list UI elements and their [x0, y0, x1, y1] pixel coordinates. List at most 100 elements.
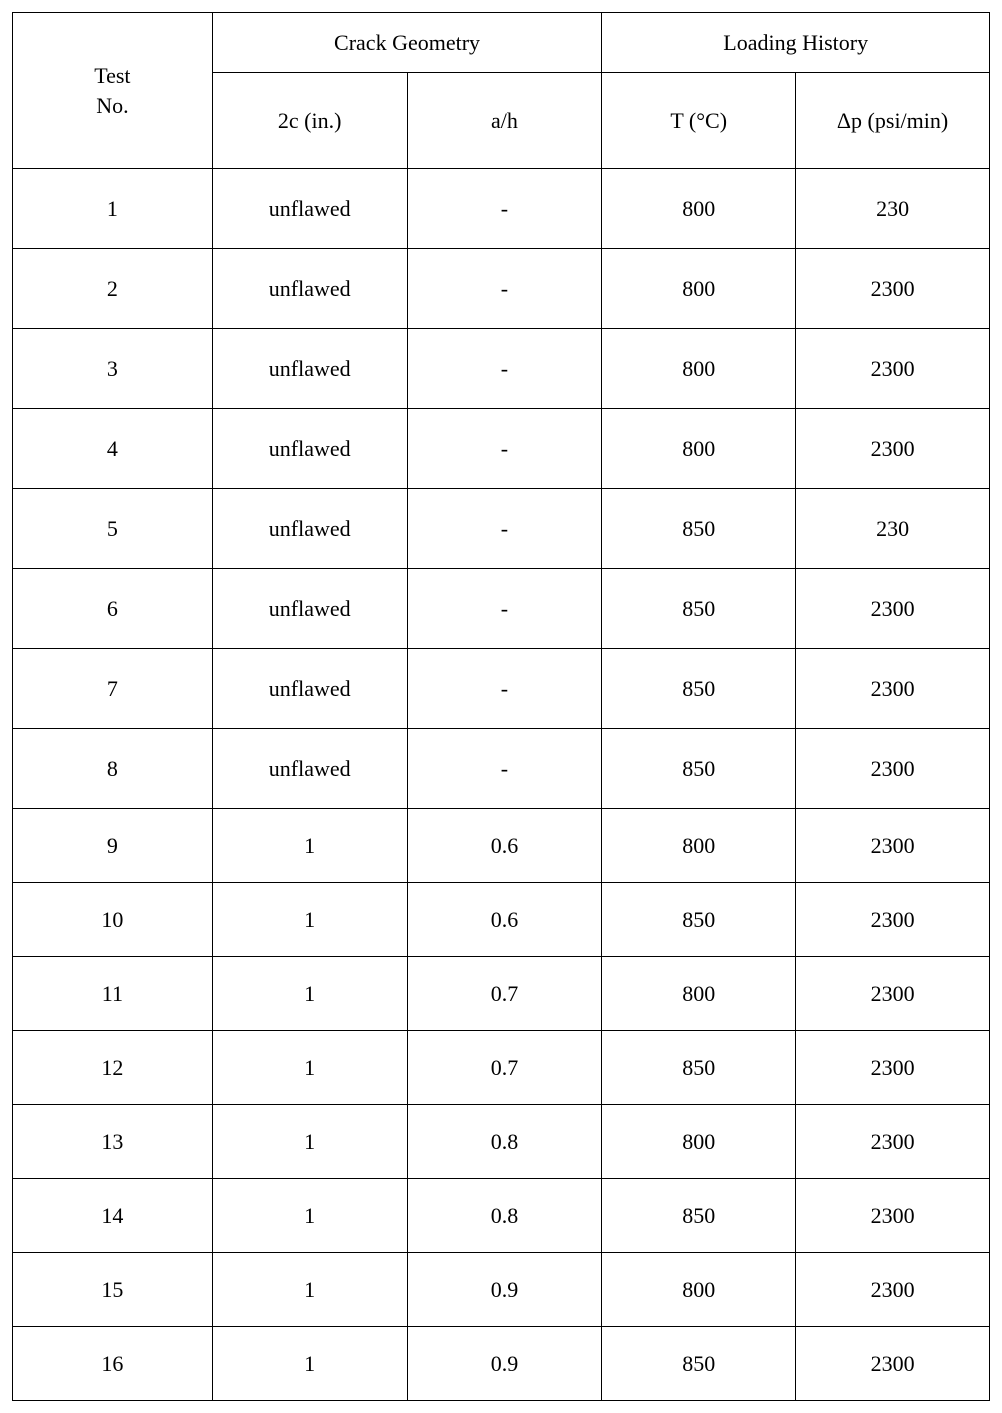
- cell-dp: 230: [796, 489, 990, 569]
- cell-t: 800: [602, 169, 796, 249]
- cell-t: 850: [602, 1327, 796, 1401]
- header-crack-geometry: Crack Geometry: [212, 13, 602, 73]
- cell-test-no: 8: [13, 729, 213, 809]
- table-body: 1unflawed-8002302unflawed-80023003unflaw…: [13, 169, 990, 1401]
- cell-t: 850: [602, 729, 796, 809]
- cell-ah: -: [407, 489, 602, 569]
- cell-t: 850: [602, 1179, 796, 1253]
- cell-2c: 1: [212, 1031, 407, 1105]
- table-row: 1unflawed-800230: [13, 169, 990, 249]
- cell-test-no: 13: [13, 1105, 213, 1179]
- cell-2c: unflawed: [212, 569, 407, 649]
- cell-t: 800: [602, 1253, 796, 1327]
- cell-ah: 0.9: [407, 1327, 602, 1401]
- table-row: 1410.88502300: [13, 1179, 990, 1253]
- cell-t: 800: [602, 409, 796, 489]
- cell-t: 800: [602, 1105, 796, 1179]
- cell-test-no: 9: [13, 809, 213, 883]
- cell-ah: -: [407, 329, 602, 409]
- cell-test-no: 15: [13, 1253, 213, 1327]
- cell-2c: unflawed: [212, 409, 407, 489]
- cell-dp: 2300: [796, 329, 990, 409]
- cell-dp: 2300: [796, 1253, 990, 1327]
- table-row: 1010.68502300: [13, 883, 990, 957]
- cell-2c: unflawed: [212, 489, 407, 569]
- cell-dp: 2300: [796, 1327, 990, 1401]
- cell-t: 850: [602, 569, 796, 649]
- cell-dp: 2300: [796, 883, 990, 957]
- header-ah: a/h: [407, 73, 602, 169]
- table-row: 1610.98502300: [13, 1327, 990, 1401]
- table-row: 1210.78502300: [13, 1031, 990, 1105]
- table-row: 8unflawed-8502300: [13, 729, 990, 809]
- cell-2c: 1: [212, 1179, 407, 1253]
- cell-t: 800: [602, 957, 796, 1031]
- header-t: T (°C): [602, 73, 796, 169]
- table-row: 4unflawed-8002300: [13, 409, 990, 489]
- cell-2c: unflawed: [212, 729, 407, 809]
- cell-ah: 0.8: [407, 1179, 602, 1253]
- cell-test-no: 1: [13, 169, 213, 249]
- cell-ah: -: [407, 249, 602, 329]
- table-row: 3unflawed-8002300: [13, 329, 990, 409]
- cell-2c: unflawed: [212, 169, 407, 249]
- header-test-no-line2: No.: [96, 93, 128, 118]
- cell-t: 850: [602, 489, 796, 569]
- cell-t: 800: [602, 809, 796, 883]
- cell-test-no: 5: [13, 489, 213, 569]
- cell-test-no: 4: [13, 409, 213, 489]
- cell-2c: 1: [212, 1327, 407, 1401]
- cell-dp: 2300: [796, 1105, 990, 1179]
- header-loading-history: Loading History: [602, 13, 990, 73]
- cell-ah: 0.9: [407, 1253, 602, 1327]
- cell-test-no: 14: [13, 1179, 213, 1253]
- cell-2c: unflawed: [212, 329, 407, 409]
- cell-dp: 2300: [796, 729, 990, 809]
- cell-2c: 1: [212, 1105, 407, 1179]
- table-row: 7unflawed-8502300: [13, 649, 990, 729]
- test-conditions-table: Test No. Crack Geometry Loading History …: [12, 12, 990, 1401]
- cell-dp: 2300: [796, 409, 990, 489]
- cell-dp: 230: [796, 169, 990, 249]
- cell-dp: 2300: [796, 957, 990, 1031]
- cell-ah: -: [407, 169, 602, 249]
- cell-test-no: 12: [13, 1031, 213, 1105]
- cell-ah: 0.7: [407, 957, 602, 1031]
- cell-test-no: 6: [13, 569, 213, 649]
- header-test-no-line1: Test: [94, 63, 130, 88]
- cell-dp: 2300: [796, 649, 990, 729]
- table-row: 1310.88002300: [13, 1105, 990, 1179]
- table-row: 1110.78002300: [13, 957, 990, 1031]
- cell-dp: 2300: [796, 249, 990, 329]
- cell-2c: unflawed: [212, 649, 407, 729]
- table-row: 5unflawed-850230: [13, 489, 990, 569]
- cell-ah: -: [407, 649, 602, 729]
- cell-dp: 2300: [796, 809, 990, 883]
- cell-ah: -: [407, 729, 602, 809]
- cell-t: 800: [602, 249, 796, 329]
- table-row: 6unflawed-8502300: [13, 569, 990, 649]
- cell-ah: 0.8: [407, 1105, 602, 1179]
- table-row: 910.68002300: [13, 809, 990, 883]
- cell-ah: 0.6: [407, 883, 602, 957]
- table-header: Test No. Crack Geometry Loading History …: [13, 13, 990, 169]
- cell-ah: -: [407, 569, 602, 649]
- cell-t: 850: [602, 883, 796, 957]
- cell-ah: 0.7: [407, 1031, 602, 1105]
- header-dp: Δp (psi/min): [796, 73, 990, 169]
- cell-dp: 2300: [796, 1179, 990, 1253]
- table-row: 1510.98002300: [13, 1253, 990, 1327]
- cell-ah: 0.6: [407, 809, 602, 883]
- cell-test-no: 10: [13, 883, 213, 957]
- cell-dp: 2300: [796, 1031, 990, 1105]
- cell-test-no: 11: [13, 957, 213, 1031]
- header-2c: 2c (in.): [212, 73, 407, 169]
- cell-t: 800: [602, 329, 796, 409]
- table-row: 2unflawed-8002300: [13, 249, 990, 329]
- cell-2c: 1: [212, 957, 407, 1031]
- header-test-no: Test No.: [13, 13, 213, 169]
- cell-t: 850: [602, 649, 796, 729]
- cell-test-no: 16: [13, 1327, 213, 1401]
- cell-dp: 2300: [796, 569, 990, 649]
- cell-2c: 1: [212, 809, 407, 883]
